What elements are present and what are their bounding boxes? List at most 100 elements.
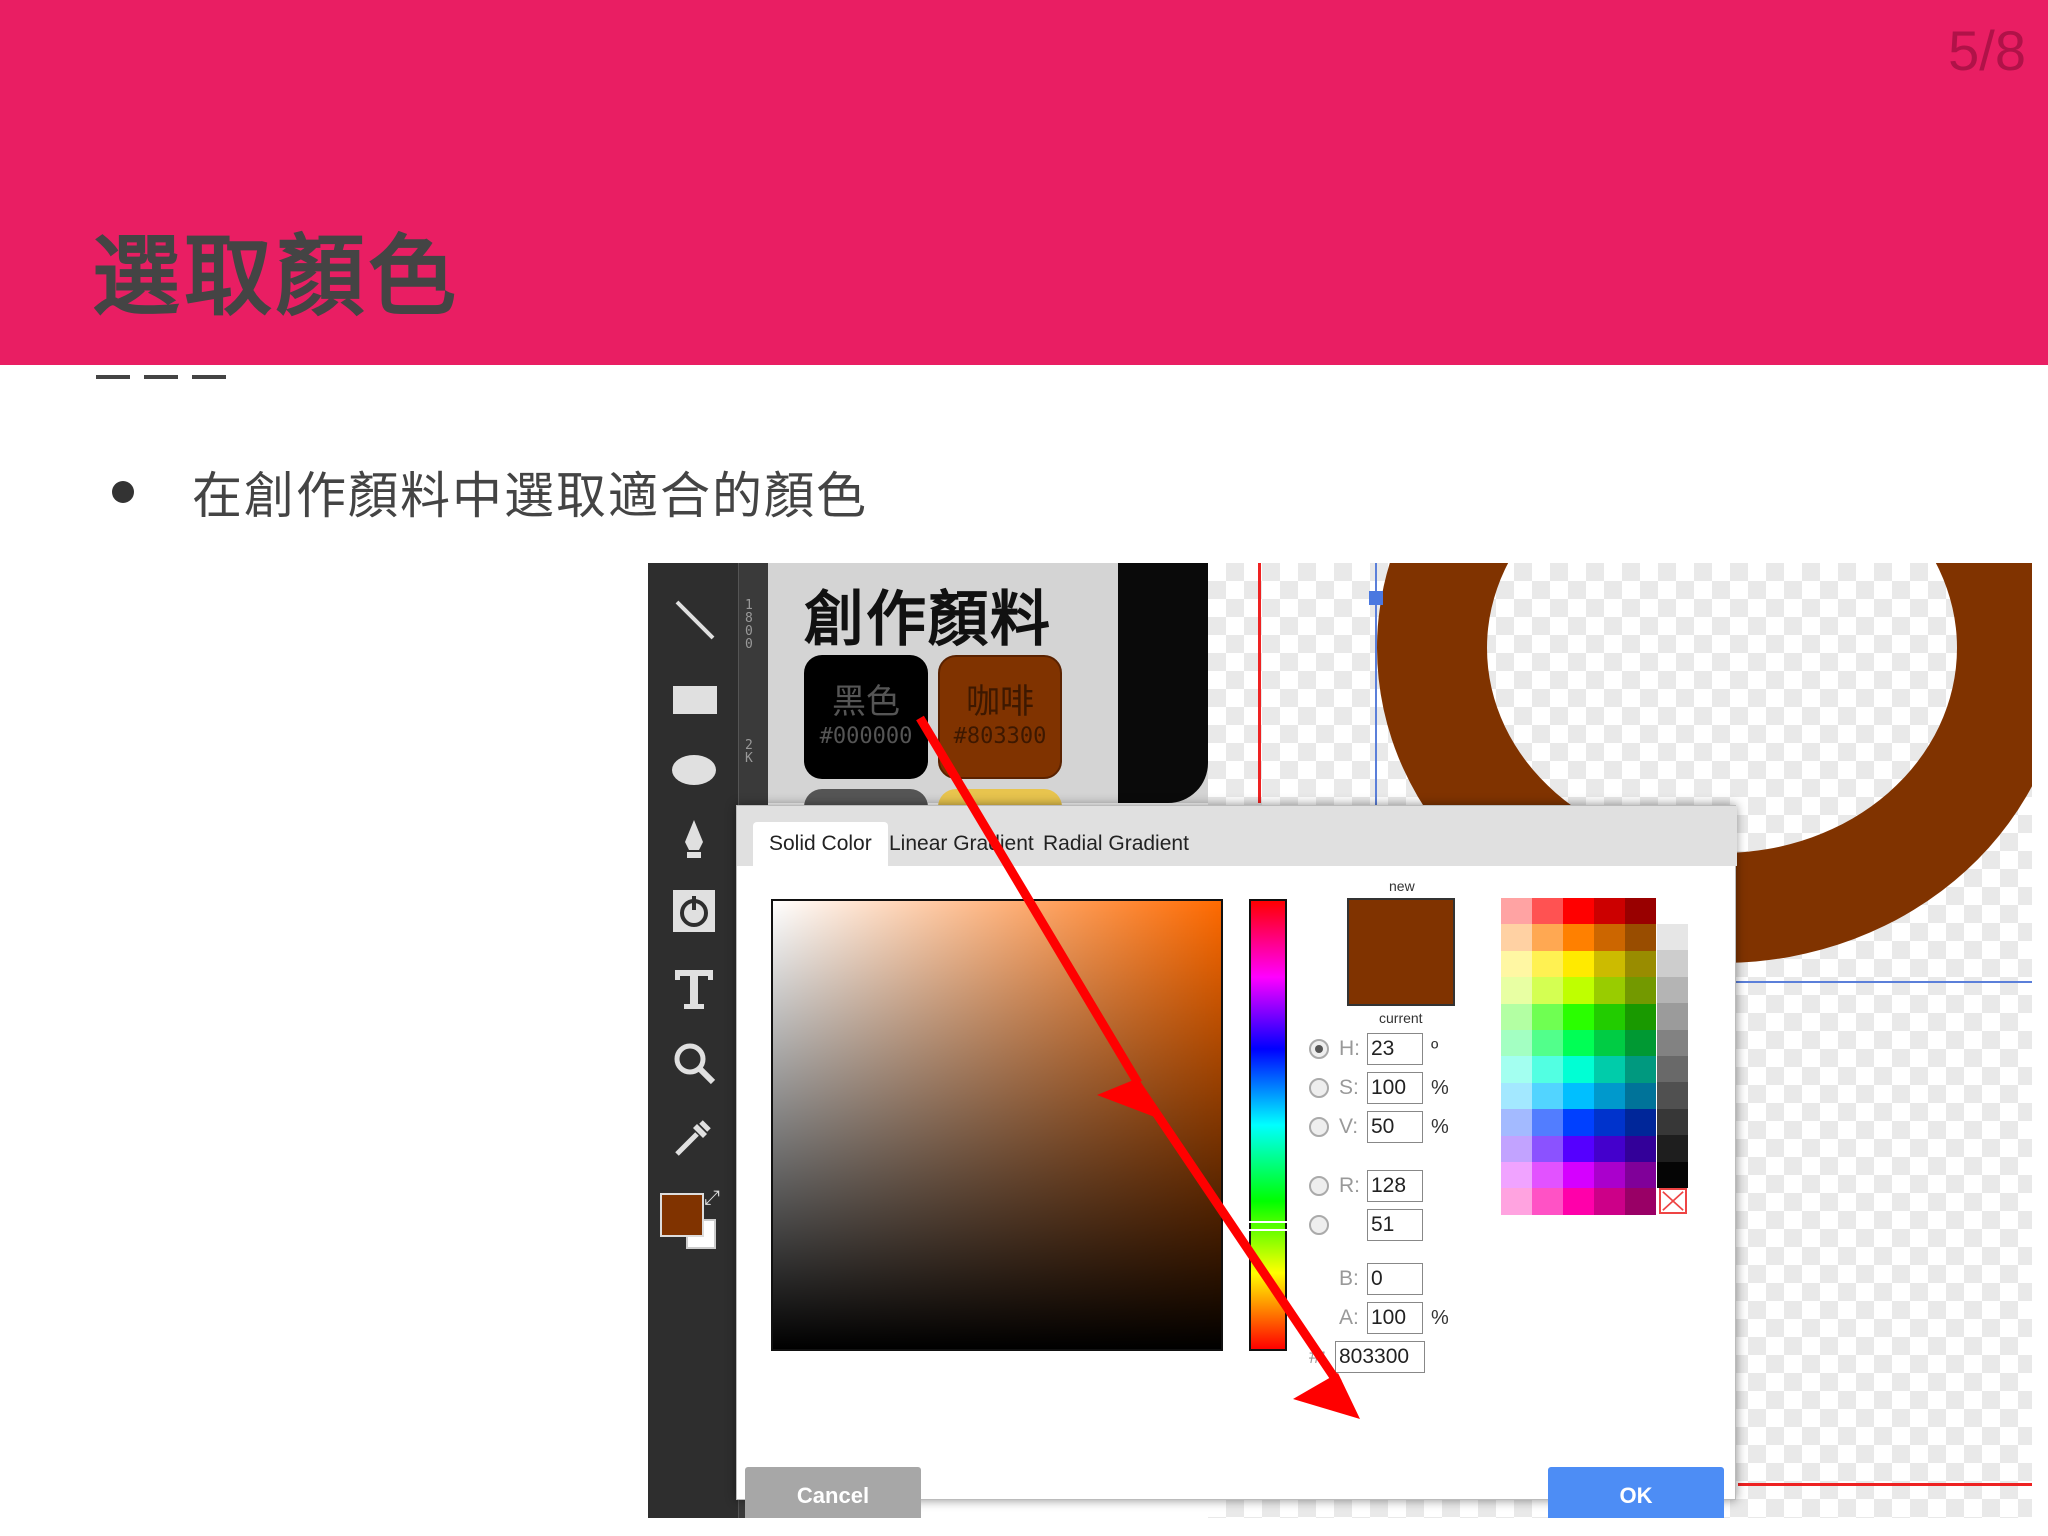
palette-chip-brown[interactable]: 咖啡 #803300 xyxy=(938,655,1062,779)
preset-swatch[interactable] xyxy=(1594,1029,1625,1057)
selection-handle[interactable] xyxy=(1369,591,1383,605)
grayscale-swatch[interactable] xyxy=(1657,950,1688,977)
preset-swatch[interactable] xyxy=(1594,1082,1625,1110)
preset-swatch[interactable] xyxy=(1501,1029,1532,1057)
preset-swatch[interactable] xyxy=(1501,1003,1532,1030)
preset-swatch[interactable] xyxy=(1625,950,1656,978)
input-hue[interactable] xyxy=(1367,1033,1423,1065)
tab-radial-gradient[interactable]: Radial Gradient xyxy=(1027,822,1205,866)
preset-swatch[interactable] xyxy=(1501,1188,1532,1215)
preset-swatch[interactable] xyxy=(1532,1135,1563,1162)
preset-swatch[interactable] xyxy=(1594,898,1625,925)
rectangle-icon[interactable] xyxy=(668,673,720,725)
grayscale-swatch[interactable] xyxy=(1657,1029,1688,1056)
preset-swatch[interactable] xyxy=(1532,898,1563,925)
tab-linear-gradient[interactable]: Linear Gradient xyxy=(873,822,1050,866)
preset-swatch[interactable] xyxy=(1563,950,1594,978)
preset-swatch[interactable] xyxy=(1563,1056,1594,1083)
fill-color-swatch[interactable] xyxy=(660,1193,704,1237)
preset-swatch[interactable] xyxy=(1501,977,1532,1004)
input-alpha[interactable] xyxy=(1367,1302,1423,1334)
grayscale-swatch[interactable] xyxy=(1657,1003,1688,1030)
preset-swatch[interactable] xyxy=(1501,1135,1532,1162)
text-icon[interactable] xyxy=(668,963,720,1015)
no-color-swatch[interactable] xyxy=(1659,1188,1687,1214)
preset-swatch[interactable] xyxy=(1625,1003,1656,1030)
preset-swatch[interactable] xyxy=(1594,1188,1625,1215)
grayscale-swatch[interactable] xyxy=(1657,1161,1688,1188)
input-red[interactable] xyxy=(1367,1170,1423,1202)
preset-swatch[interactable] xyxy=(1563,1188,1594,1215)
preset-swatch[interactable] xyxy=(1532,1109,1563,1136)
preset-swatch[interactable] xyxy=(1501,1109,1532,1136)
preset-swatch[interactable] xyxy=(1625,1161,1656,1189)
tab-solid-color[interactable]: Solid Color xyxy=(753,822,888,866)
preset-swatch[interactable] xyxy=(1563,1135,1594,1162)
preset-swatch[interactable] xyxy=(1594,1056,1625,1083)
preset-swatch[interactable] xyxy=(1532,1029,1563,1057)
preset-swatch[interactable] xyxy=(1501,1056,1532,1083)
preset-swatch[interactable] xyxy=(1563,1161,1594,1189)
preset-swatch[interactable] xyxy=(1625,1056,1656,1083)
preset-swatch[interactable] xyxy=(1501,924,1532,951)
eyedropper-icon[interactable] xyxy=(668,1111,720,1163)
preset-swatch[interactable] xyxy=(1532,1082,1563,1110)
hue-slider-handle[interactable] xyxy=(1243,1221,1293,1231)
radio-green[interactable] xyxy=(1309,1215,1329,1235)
radio-red[interactable] xyxy=(1309,1176,1329,1196)
preset-swatch[interactable] xyxy=(1594,1135,1625,1162)
swap-colors-icon[interactable]: ⤢ xyxy=(704,1185,720,1209)
preset-swatch[interactable] xyxy=(1501,1082,1532,1110)
preset-swatch[interactable] xyxy=(1563,1003,1594,1030)
hue-slider[interactable] xyxy=(1249,899,1287,1351)
preset-swatch[interactable] xyxy=(1625,1082,1656,1110)
preset-swatch[interactable] xyxy=(1563,1029,1594,1057)
preset-swatch[interactable] xyxy=(1594,1109,1625,1136)
preset-swatch[interactable] xyxy=(1532,977,1563,1004)
preset-swatch[interactable] xyxy=(1532,924,1563,951)
shape-library-icon[interactable] xyxy=(668,885,720,937)
preset-swatch[interactable] xyxy=(1501,898,1532,925)
radio-value[interactable] xyxy=(1309,1117,1329,1137)
preset-swatch[interactable] xyxy=(1625,924,1656,951)
preset-swatch[interactable] xyxy=(1625,977,1656,1004)
preset-swatch[interactable] xyxy=(1625,1188,1656,1215)
radio-saturation[interactable] xyxy=(1309,1078,1329,1098)
preset-swatch[interactable] xyxy=(1594,1003,1625,1030)
preset-swatch[interactable] xyxy=(1594,977,1625,1004)
input-blue[interactable] xyxy=(1367,1263,1423,1295)
preset-swatch[interactable] xyxy=(1594,924,1625,951)
grayscale-swatch[interactable] xyxy=(1657,1135,1688,1162)
input-hex[interactable] xyxy=(1335,1341,1425,1373)
preset-swatch[interactable] xyxy=(1563,1109,1594,1136)
preset-swatch[interactable] xyxy=(1625,1109,1656,1136)
preset-swatch[interactable] xyxy=(1594,950,1625,978)
zoom-icon[interactable] xyxy=(668,1037,720,1089)
saturation-value-square[interactable] xyxy=(771,899,1223,1351)
preset-swatch[interactable] xyxy=(1563,924,1594,951)
pen-icon[interactable] xyxy=(668,813,720,865)
preset-swatch[interactable] xyxy=(1501,1161,1532,1189)
preset-swatch[interactable] xyxy=(1625,1029,1656,1057)
preset-swatch[interactable] xyxy=(1563,977,1594,1004)
grayscale-swatch[interactable] xyxy=(1657,924,1688,951)
input-saturation[interactable] xyxy=(1367,1072,1423,1104)
input-green[interactable] xyxy=(1367,1209,1423,1241)
preset-swatch[interactable] xyxy=(1532,950,1563,978)
preset-swatch[interactable] xyxy=(1594,1161,1625,1189)
ok-button[interactable]: OK xyxy=(1548,1467,1724,1518)
preset-swatch[interactable] xyxy=(1625,1135,1656,1162)
cancel-button[interactable]: Cancel xyxy=(745,1467,921,1518)
radio-hue[interactable] xyxy=(1309,1039,1329,1059)
preset-swatch[interactable] xyxy=(1501,950,1532,978)
preset-swatch[interactable] xyxy=(1532,1161,1563,1189)
ellipse-icon[interactable] xyxy=(668,743,720,795)
preset-swatch[interactable] xyxy=(1625,898,1656,925)
grayscale-swatch[interactable] xyxy=(1657,976,1688,1004)
input-value[interactable] xyxy=(1367,1111,1423,1143)
line-icon[interactable] xyxy=(668,593,720,645)
grayscale-swatch[interactable] xyxy=(1657,1055,1688,1083)
preset-swatch[interactable] xyxy=(1532,1056,1563,1083)
preset-swatch[interactable] xyxy=(1532,1003,1563,1030)
grayscale-swatch[interactable] xyxy=(1657,1108,1688,1136)
